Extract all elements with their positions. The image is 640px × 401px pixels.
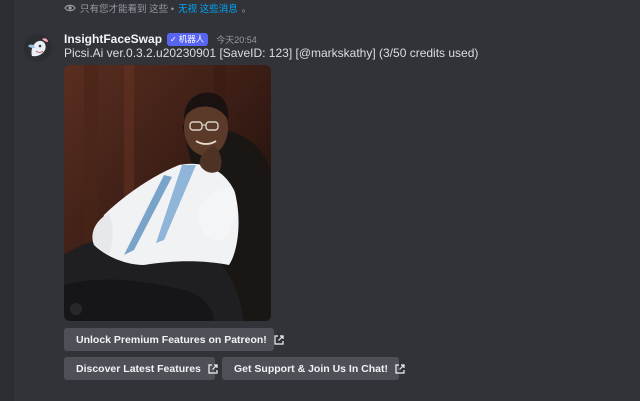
left-rail [0,0,14,401]
message-content: Picsi.Ai ver.0.3.2.u20230901 [SaveID: 12… [64,46,479,60]
external-link-icon [208,363,218,374]
message-header: InsightFaceSwap ✓ 机器人 今天20:54 [64,31,257,47]
get-support-label: Get Support & Join Us In Chat! [234,362,388,375]
dismiss-messages-link[interactable]: 无视 这些消息 [178,1,238,15]
get-support-button[interactable]: Get Support & Join Us In Chat! [222,357,405,380]
message-timestamp: 今天20:54 [216,34,257,45]
eye-icon [64,3,76,13]
discover-features-label: Discover Latest Features [76,362,201,375]
external-link-icon [395,363,405,374]
checkmark-icon: ✓ [170,34,177,44]
ephemeral-notice-end: 。 [241,4,252,15]
attached-image[interactable] [64,65,271,321]
discover-features-button[interactable]: Discover Latest Features [64,357,218,380]
author-name[interactable]: InsightFaceSwap [64,32,162,46]
bot-badge-label: 机器人 [178,33,205,44]
bot-badge: ✓ 机器人 [167,32,209,46]
ephemeral-notice-text: 只有您才能看到 这些 • [80,4,175,15]
bot-avatar[interactable] [24,34,52,62]
unlock-premium-button[interactable]: Unlock Premium Features on Patreon! [64,328,284,351]
unlock-premium-label: Unlock Premium Features on Patreon! [76,333,267,346]
ephemeral-notice: 只有您才能看到 这些 • 无视 这些消息 。 [64,1,251,15]
external-link-icon [274,334,284,345]
